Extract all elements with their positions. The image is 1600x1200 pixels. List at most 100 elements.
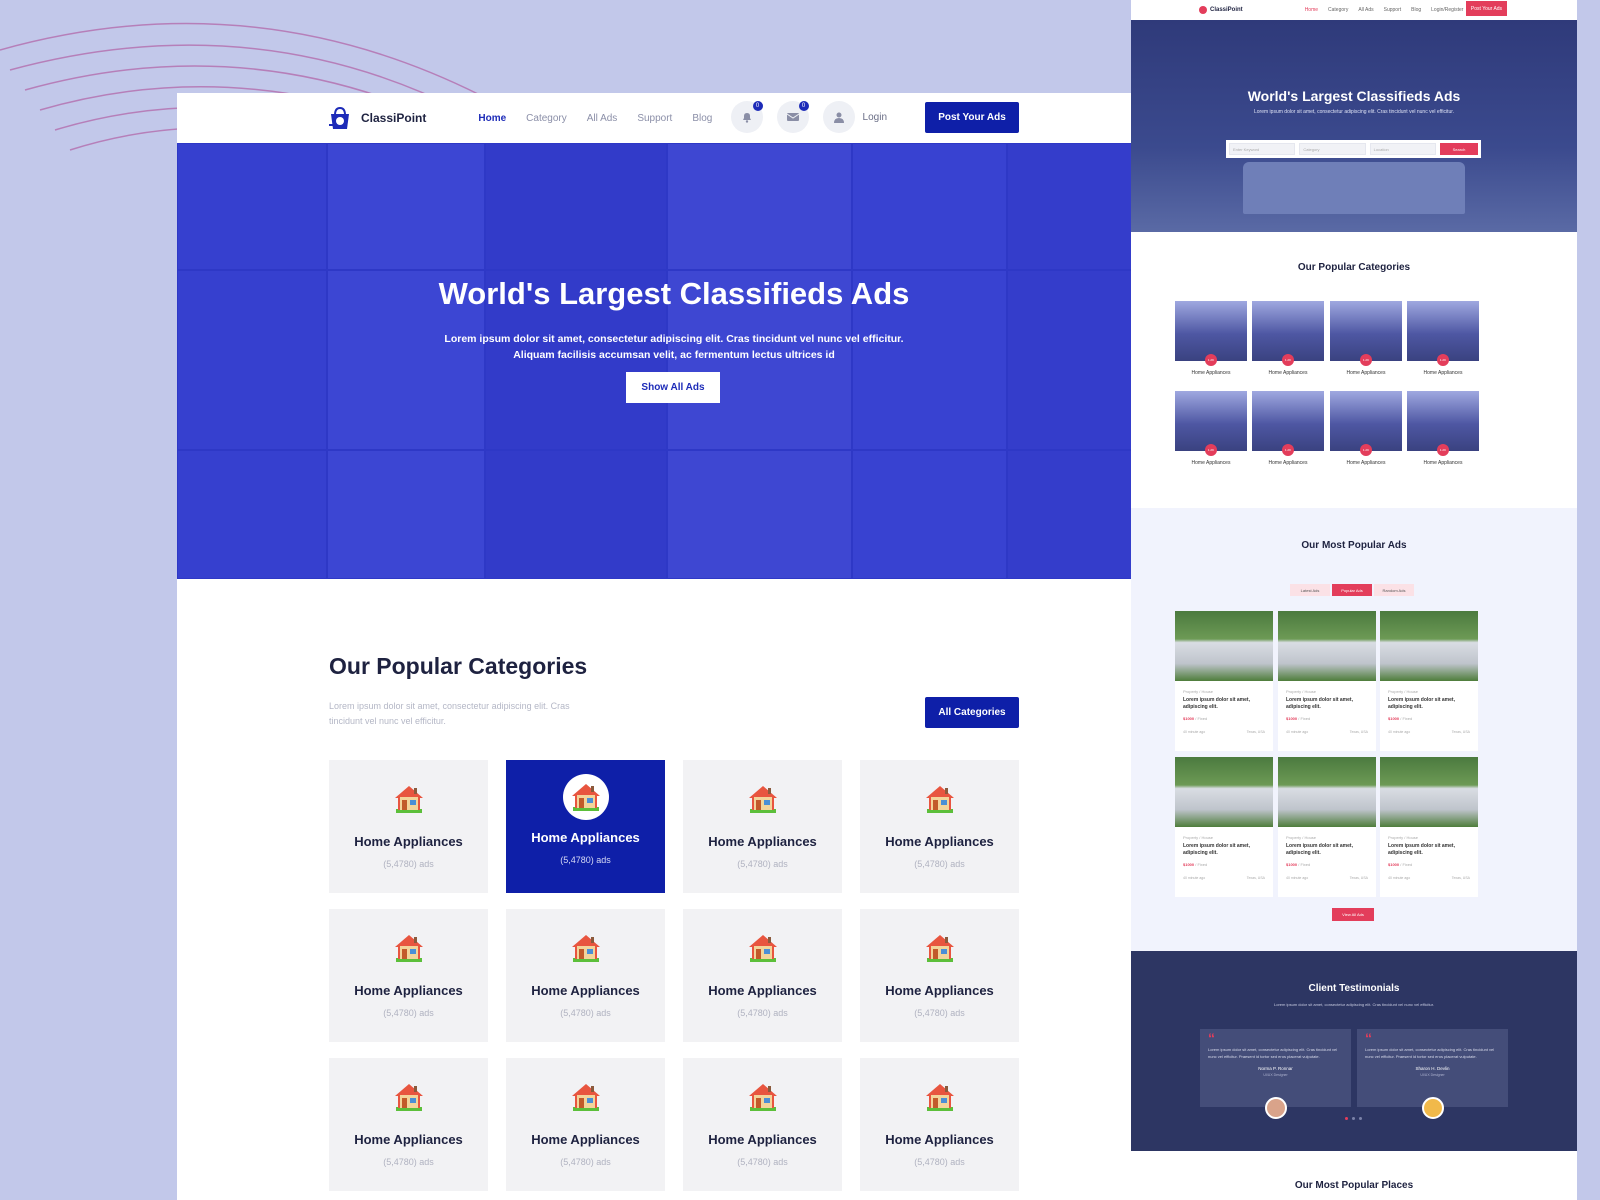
preview-category-card[interactable]: 1.2K Home Appliances — [1330, 391, 1402, 466]
category-card[interactable]: Home Appliances (5,4780) ads — [860, 760, 1019, 893]
nav-actions: 0 0 Login Post Your Ads — [730, 101, 1019, 133]
show-all-ads-button[interactable]: Show All Ads — [626, 372, 720, 403]
ad-title: Lorem ipsum dolor sit amet, adipiscing e… — [1286, 697, 1353, 710]
house-photo: 1.2K — [1175, 301, 1247, 366]
preview-tab-latest[interactable]: Latest Ads — [1290, 584, 1330, 596]
login-link[interactable]: Login — [822, 101, 887, 133]
messages-badge: 0 — [798, 101, 809, 111]
ad-time: 40 minute ago — [1183, 730, 1206, 734]
ad-meta: 40 minute ago Texas, USA — [1278, 867, 1376, 880]
preview-category-card[interactable]: 1.2K Home Appliances — [1252, 391, 1324, 466]
pagination-dot[interactable] — [1345, 1117, 1348, 1120]
category-card[interactable]: Home Appliances (5,4780) ads — [506, 760, 665, 893]
category-name: Home Appliances — [708, 1132, 817, 1147]
preview-category-card[interactable]: 1.2K Home Appliances — [1330, 301, 1402, 376]
testimonial-avatar — [1265, 1097, 1287, 1119]
nav-support[interactable]: Support — [637, 113, 672, 124]
category-card[interactable]: Home Appliances (5,4780) ads — [683, 1058, 842, 1191]
preview-ad-card[interactable]: Property / House Lorem ipsum dolor sit am… — [1175, 757, 1273, 897]
preview-category-card[interactable]: 1.2K Home Appliances — [1407, 391, 1479, 466]
category-name: Home Appliances — [354, 834, 463, 849]
preview-brand[interactable]: ClassiPoint — [1199, 6, 1243, 14]
preview-category-field[interactable]: Category — [1299, 143, 1366, 155]
preview-ad-card[interactable]: Property / House Lorem ipsum dolor sit am… — [1380, 757, 1478, 897]
house-icon — [746, 931, 780, 965]
preview-nav-login[interactable]: Login/Register — [1431, 7, 1463, 13]
nav-home[interactable]: Home — [478, 113, 506, 124]
preview-ad-card[interactable]: Property / House Lorem ipsum dolor sit am… — [1380, 611, 1478, 751]
preview-nav-all-ads[interactable]: All Ads — [1358, 7, 1373, 13]
nav-blog[interactable]: Blog — [692, 113, 712, 124]
category-name: Home Appliances — [531, 1132, 640, 1147]
ad-photo — [1175, 611, 1273, 681]
testimonial-card: “ Lorem ipsum dolor sit amet, consectetu… — [1200, 1029, 1351, 1119]
category-card[interactable]: Home Appliances (5,4780) ads — [506, 1058, 665, 1191]
preview-category-card[interactable]: 1.2K Home Appliances — [1175, 301, 1247, 376]
nav-all-ads[interactable]: All Ads — [587, 113, 618, 124]
preview-keyword-field[interactable]: Enter Keyword — [1229, 143, 1296, 155]
pagination-dot[interactable] — [1352, 1117, 1355, 1120]
ad-meta: 40 minute ago Texas, USA — [1380, 721, 1478, 734]
ad-photo — [1278, 757, 1376, 827]
post-your-ads-button[interactable]: Post Your Ads — [925, 101, 1019, 133]
hero-title: World's Largest Classifieds Ads — [438, 276, 910, 311]
ad-meta: 40 minute ago Texas, USA — [1278, 721, 1376, 734]
full-page-preview: ClassiPoint Home Category All Ads Suppor… — [1131, 0, 1577, 1200]
messages-button[interactable]: 0 — [776, 101, 809, 133]
preview-post-ads-button[interactable]: Post Your Ads — [1466, 1, 1507, 16]
preview-location-field[interactable]: Location — [1369, 143, 1436, 155]
preview-category-card[interactable]: 1.2K Home Appliances — [1252, 301, 1324, 376]
preview-tab-popular[interactable]: Popular Ads — [1332, 584, 1372, 596]
category-card[interactable]: Home Appliances (5,4780) ads — [683, 760, 842, 893]
preview-category-card[interactable]: 1.2K Home Appliances — [1407, 301, 1479, 376]
preview-nav-home[interactable]: Home — [1305, 7, 1318, 13]
testimonial-name: Sharon H. Devlin — [1415, 1066, 1450, 1071]
category-card[interactable]: Home Appliances (5,4780) ads — [329, 1058, 488, 1191]
house-icon — [392, 931, 426, 965]
preview-category-card[interactable]: 1.2K Home Appliances — [1175, 391, 1247, 466]
preview-categories-title: Our Popular Categories — [1297, 262, 1411, 273]
preview-navbar: ClassiPoint Home Category All Ads Suppor… — [1131, 0, 1577, 20]
pagination-dot[interactable] — [1359, 1117, 1362, 1120]
preview-category-label: Home Appliances — [1423, 460, 1463, 466]
preview-ad-card[interactable]: Property / House Lorem ipsum dolor sit am… — [1278, 611, 1376, 751]
preview-nav-links: Home Category All Ads Support Blog Login… — [1305, 7, 1464, 13]
category-card[interactable]: Home Appliances (5,4780) ads — [860, 1058, 1019, 1191]
hero-subtitle-line-1: Lorem ipsum dolor sit amet, consectetur … — [444, 333, 904, 345]
notifications-badge: 0 — [752, 101, 763, 111]
preview-category-label: Home Appliances — [1268, 370, 1308, 376]
preview-category-badge: 1.2K — [1282, 354, 1294, 366]
preview-nav-blog[interactable]: Blog — [1411, 7, 1421, 13]
categories-title: Our Popular Categories — [329, 653, 588, 679]
preview-ad-card[interactable]: Property / House Lorem ipsum dolor sit am… — [1175, 611, 1273, 751]
bell-icon — [742, 113, 751, 123]
nav-links: Home Category All Ads Support Blog — [478, 113, 712, 124]
main-page-mockup: ClassiPoint Home Category All Ads Suppor… — [177, 93, 1171, 1200]
category-name: Home Appliances — [531, 830, 640, 845]
house-photo: 1.2K — [1330, 301, 1402, 366]
preview-view-all-button[interactable]: View All Ads — [1332, 908, 1374, 921]
category-card[interactable]: Home Appliances (5,4780) ads — [329, 909, 488, 1042]
category-card[interactable]: Home Appliances (5,4780) ads — [860, 909, 1019, 1042]
testimonial-role: UI/UX Designer — [1420, 1073, 1445, 1077]
house-photo: 1.2K — [1407, 301, 1479, 366]
testimonial-pagination[interactable] — [1345, 1117, 1362, 1120]
brand-logo[interactable]: ClassiPoint — [327, 105, 426, 131]
ad-meta: 40 minute ago Texas, USA — [1175, 867, 1273, 880]
testimonial-role: UI/UX Designer — [1263, 1073, 1288, 1077]
preview-search-bar: Enter Keyword Category Location Search — [1226, 140, 1481, 158]
category-card[interactable]: Home Appliances (5,4780) ads — [683, 909, 842, 1042]
nav-category[interactable]: Category — [526, 113, 567, 124]
ad-price: $1000 / Fixed — [1388, 862, 1413, 867]
category-card[interactable]: Home Appliances (5,4780) ads — [506, 909, 665, 1042]
notifications-button[interactable]: 0 — [730, 101, 763, 133]
preview-nav-category[interactable]: Category — [1328, 7, 1348, 13]
preview-nav-support[interactable]: Support — [1384, 7, 1402, 13]
category-card[interactable]: Home Appliances (5,4780) ads — [329, 760, 488, 893]
all-categories-button[interactable]: All Categories — [925, 697, 1019, 728]
quote-icon: “ — [1365, 1030, 1372, 1046]
ad-title: Lorem ipsum dolor sit amet, adipiscing e… — [1286, 843, 1353, 856]
preview-search-button[interactable]: Search — [1439, 143, 1478, 155]
preview-ad-card[interactable]: Property / House Lorem ipsum dolor sit am… — [1278, 757, 1376, 897]
preview-tab-random[interactable]: Random Ads — [1374, 584, 1414, 596]
